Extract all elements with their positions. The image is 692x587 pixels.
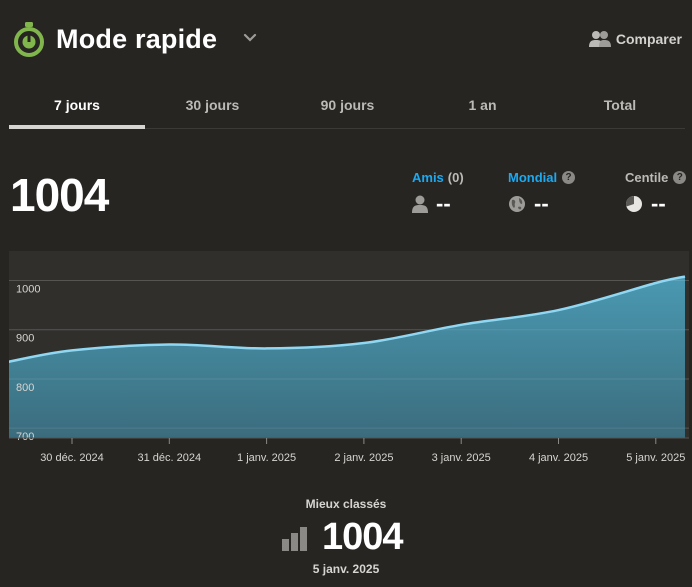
- tab-30-days[interactable]: 30 jours: [145, 88, 280, 128]
- current-rating: 1004: [10, 169, 109, 221]
- y-tick-label: 1000: [16, 284, 40, 296]
- help-icon[interactable]: ?: [562, 171, 576, 184]
- percentile-stat: Centile ? --: [625, 170, 687, 217]
- percentile-label: Centile: [625, 170, 669, 185]
- y-tick-label: 700: [16, 431, 34, 443]
- friends-stat: Amis (0) --: [412, 170, 464, 217]
- y-tick-label: 800: [16, 382, 34, 394]
- x-tick-label: 30 déc. 2024: [40, 452, 104, 464]
- friends-label[interactable]: Amis: [412, 170, 444, 185]
- x-tick-label: 2 janv. 2025: [334, 452, 393, 464]
- person-icon: [412, 195, 428, 213]
- x-tick-label: 1 janv. 2025: [237, 452, 296, 464]
- compare-button[interactable]: Comparer: [588, 30, 682, 48]
- users-icon: [588, 31, 611, 47]
- rating-chart: 1000 900 800 700 30 déc. 2024 31 déc. 2024 1 j…: [8, 251, 689, 469]
- best-rating-date: 5 janv. 2025: [312, 562, 380, 576]
- friends-count: (0): [447, 170, 464, 185]
- tab-7-days[interactable]: 7 jours: [9, 88, 145, 129]
- tab-total[interactable]: Total: [550, 88, 690, 128]
- time-range-tabs: 7 jours 30 jours 90 jours 1 an Total: [9, 88, 685, 129]
- rating-chart-svg: 1000 900 800 700 30 déc. 2024 31 déc. 2024 1 j…: [8, 251, 689, 464]
- stopwatch-icon: [14, 22, 44, 57]
- tab-90-days[interactable]: 90 jours: [280, 88, 415, 128]
- pie-chart-icon: [625, 196, 642, 212]
- x-tick-label: 3 janv. 2025: [432, 452, 491, 464]
- best-rating-value: 1004: [322, 516, 404, 558]
- best-rating-label: Mieux classés: [305, 497, 387, 511]
- tab-1-year[interactable]: 1 an: [415, 88, 550, 128]
- bar-chart-icon: [282, 526, 307, 551]
- percentile-value: --: [651, 191, 666, 216]
- x-tick-label: 4 janv. 2025: [529, 452, 588, 464]
- chevron-down-icon[interactable]: [242, 30, 258, 46]
- x-tick-label: 5 janv. 2025: [626, 452, 685, 464]
- friends-rank: --: [436, 191, 451, 216]
- x-tick-label: 31 déc. 2024: [137, 452, 201, 464]
- help-icon[interactable]: ?: [673, 171, 687, 184]
- y-tick-label: 900: [16, 333, 34, 345]
- best-rating: 1004: [282, 516, 404, 559]
- globe-icon: [509, 196, 525, 212]
- global-label[interactable]: Mondial: [508, 170, 557, 185]
- page-title: Mode rapide: [56, 24, 218, 54]
- compare-label: Comparer: [615, 31, 682, 47]
- global-rank: --: [534, 191, 549, 216]
- header: Mode rapide Comparer: [12, 22, 682, 58]
- global-stat: Mondial ? --: [508, 170, 576, 217]
